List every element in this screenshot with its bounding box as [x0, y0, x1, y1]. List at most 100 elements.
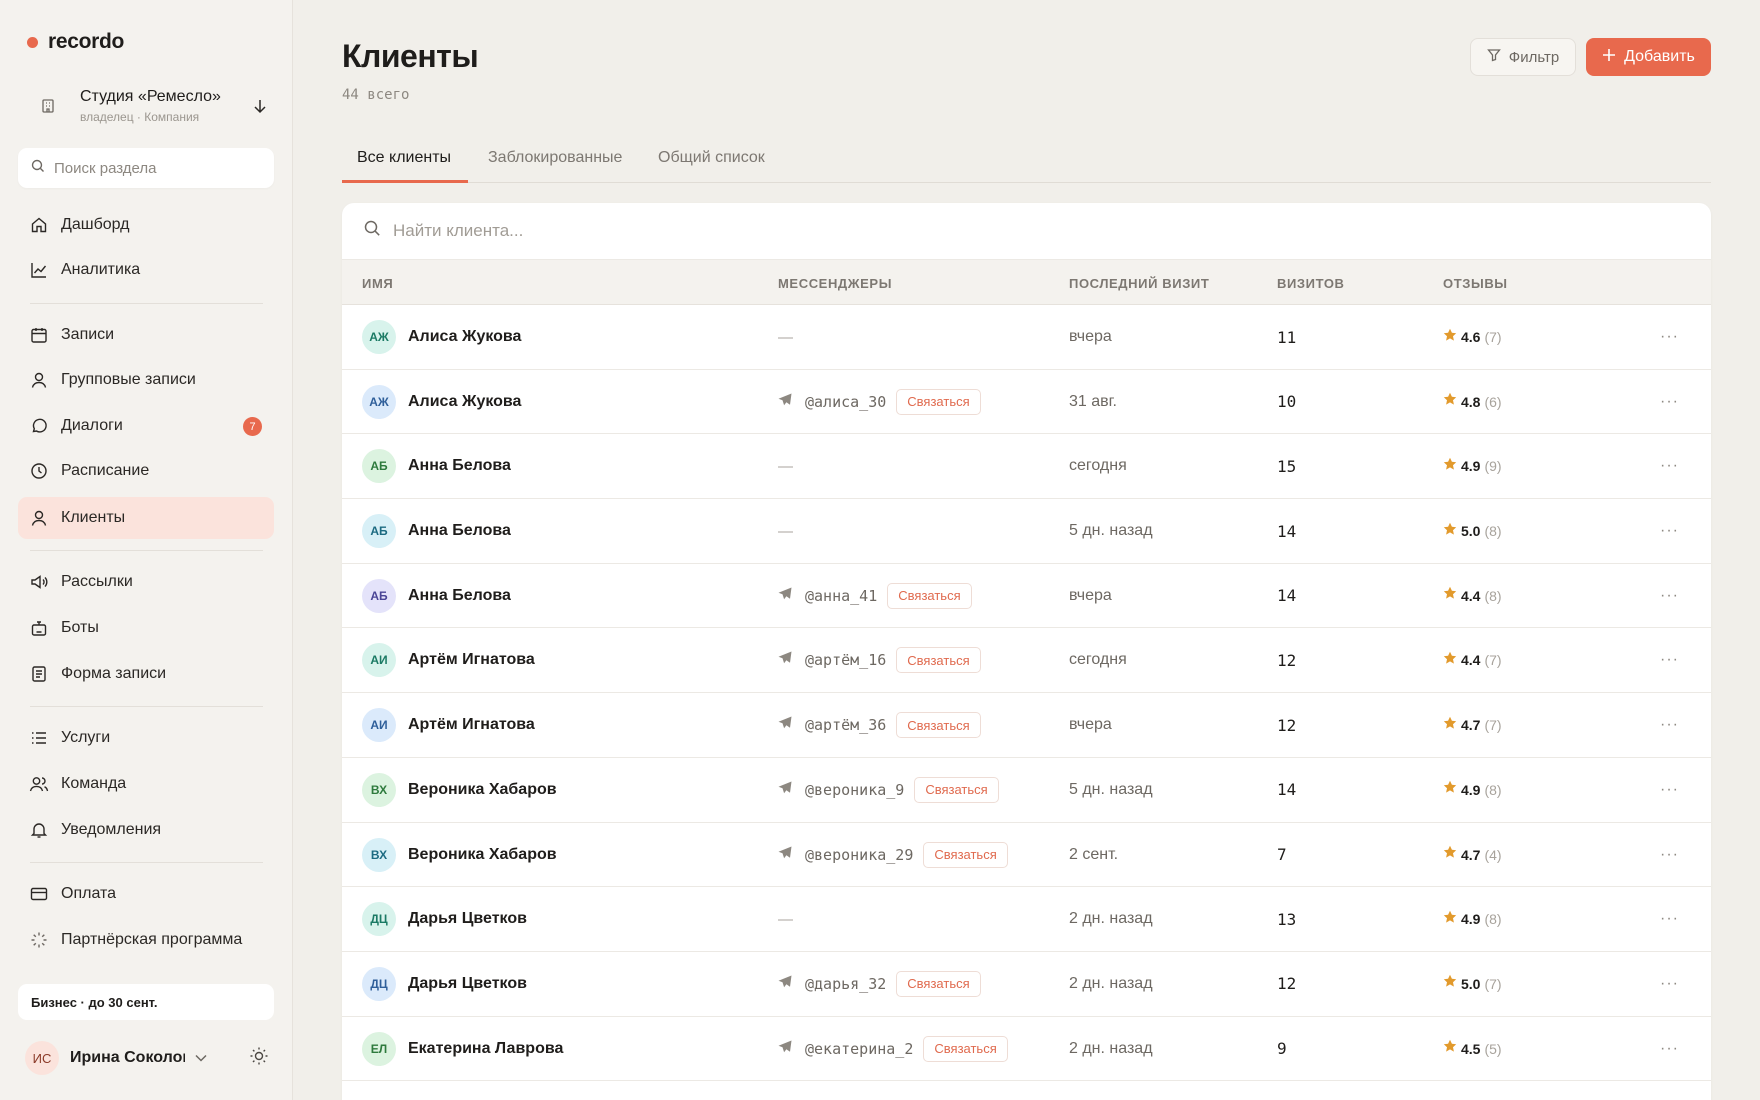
sun-icon[interactable]	[249, 1046, 269, 1071]
star-icon	[1443, 392, 1457, 411]
contact-button[interactable]: Связаться	[896, 712, 981, 739]
filter-button[interactable]: Фильтр	[1470, 38, 1576, 76]
sidebar-item-group-bookings[interactable]: Групповые записи	[18, 359, 274, 401]
messenger-handle[interactable]: @вероника_29	[805, 846, 913, 864]
sidebar-item-bookings[interactable]: Записи	[18, 314, 274, 356]
org-switcher[interactable]: Студия «Ремесло» владелец · Компания	[30, 84, 270, 128]
table-row[interactable]: ВХ Вероника Хабаров @вероника_9 Связаться 5 …	[342, 758, 1711, 823]
contact-button[interactable]: Связаться	[896, 970, 981, 997]
client-search-input[interactable]	[393, 221, 993, 241]
plan-info[interactable]: Бизнес · до 30 сент.	[18, 984, 274, 1020]
add-client-button[interactable]: Добавить	[1586, 38, 1711, 76]
client-name[interactable]: Алиса Жукова	[408, 328, 521, 346]
last-visit: сегодня	[1069, 651, 1127, 669]
client-name[interactable]: Анна Белова	[408, 457, 511, 475]
org-role: владелец · Компания	[80, 110, 200, 124]
sidebar-item-label: Форма записи	[61, 665, 167, 682]
more-actions-icon[interactable]: ···	[1660, 651, 1679, 669]
table-row[interactable]: АИ Артём Игнатова @артём_36 Связаться вчера 1…	[342, 693, 1711, 758]
contact-button[interactable]: Связаться	[896, 388, 981, 415]
messenger-handle[interactable]: @артём_36	[805, 716, 886, 734]
app-logo[interactable]: recordo	[27, 30, 124, 54]
avatar[interactable]: ИС	[25, 1041, 59, 1075]
client-name[interactable]: Вероника Хабаров	[408, 846, 557, 864]
sidebar-item-booking-form[interactable]: Форма записи	[18, 653, 274, 695]
more-actions-icon[interactable]: ···	[1660, 1040, 1679, 1058]
arrow-down-icon	[250, 98, 270, 114]
table-row[interactable]: АЖ Алиса Жукова @алиса_30 Связаться 31 авг. 1…	[342, 370, 1711, 435]
contact-button[interactable]: Связаться	[887, 582, 972, 609]
column-header-visits[interactable]: ВИЗИТОВ	[1277, 276, 1345, 291]
contact-button[interactable]: Связаться	[923, 841, 1008, 868]
client-name[interactable]: Екатерина Лаврова	[408, 1040, 563, 1058]
sidebar-item-services[interactable]: Услуги	[18, 717, 274, 759]
table-row[interactable]: ЕЛ Екатерина Лаврова @екатерина_2 Связаться…	[342, 1017, 1711, 1082]
star-icon	[1443, 845, 1457, 864]
last-visit: 2 дн. назад	[1069, 1039, 1153, 1057]
column-header-last-visit[interactable]: ПОСЛЕДНИЙ ВИЗИТ	[1069, 276, 1209, 291]
messenger-handle[interactable]: @екатерина_2	[805, 1040, 913, 1058]
more-actions-icon[interactable]: ···	[1660, 975, 1679, 993]
client-name[interactable]: Дарья Цветков	[408, 910, 527, 928]
more-actions-icon[interactable]: ···	[1660, 328, 1679, 346]
more-actions-icon[interactable]: ···	[1660, 781, 1679, 799]
user-name[interactable]: Ирина Соколова	[70, 1049, 185, 1067]
sidebar-item-label: Диалоги	[61, 417, 123, 434]
more-actions-icon[interactable]: ···	[1660, 522, 1679, 540]
more-actions-icon[interactable]: ···	[1660, 457, 1679, 475]
client-name[interactable]: Дарья Цветков	[408, 975, 527, 993]
table-row[interactable]: ДЦ Дарья Цветков @дарья_32 Связаться 2 дн. н…	[342, 952, 1711, 1017]
sidebar-item-clients[interactable]: Клиенты	[18, 497, 274, 539]
sidebar-item-notifications[interactable]: Уведомления	[18, 809, 274, 851]
visit-count: 14	[1277, 780, 1297, 800]
sidebar-item-analytics[interactable]: Аналитика	[18, 249, 274, 291]
messenger-handle[interactable]: @алиса_30	[805, 393, 886, 411]
more-actions-icon[interactable]: ···	[1660, 716, 1679, 734]
tab-blocked[interactable]: Заблокированные	[488, 149, 622, 179]
sidebar-item-payment[interactable]: Оплата	[18, 873, 274, 915]
tab-shared-list[interactable]: Общий список	[658, 149, 765, 179]
contact-button[interactable]: Связаться	[914, 776, 999, 803]
sidebar-item-mailings[interactable]: Рассылки	[18, 561, 274, 603]
more-actions-icon[interactable]: ···	[1660, 910, 1679, 928]
table-row[interactable]: АБ Анна Белова — сегодня 15 4.9 (9) ···	[342, 434, 1711, 500]
messenger-handle[interactable]: @дарья_32	[805, 975, 886, 993]
bot-icon	[29, 618, 49, 638]
telegram-icon	[778, 587, 792, 605]
client-name[interactable]: Алиса Жукова	[408, 393, 521, 411]
client-name[interactable]: Артём Игнатова	[408, 716, 535, 734]
section-search	[18, 148, 274, 188]
column-header-reviews[interactable]: ОТЗЫВЫ	[1443, 276, 1508, 291]
table-row[interactable]: АБ Анна Белова @анна_41 Связаться вчера 14 4.4…	[342, 564, 1711, 629]
messenger-handle[interactable]: @анна_41	[805, 587, 877, 605]
messenger-handle[interactable]: @артём_16	[805, 651, 886, 669]
client-name[interactable]: Анна Белова	[408, 587, 511, 605]
more-actions-icon[interactable]: ···	[1660, 587, 1679, 605]
sidebar-item-team[interactable]: Команда	[18, 763, 274, 805]
star-icon	[1443, 328, 1457, 347]
client-name[interactable]: Артём Игнатова	[408, 651, 535, 669]
star-icon	[1443, 586, 1457, 605]
table-row[interactable]: АЖ Алиса Жукова — вчера 11 4.6 (7) ···	[342, 305, 1711, 370]
sidebar-item-dashboard[interactable]: Дашборд	[18, 204, 274, 246]
table-row[interactable]: АИ Артём Игнатова @артём_16 Связаться сегодн…	[342, 628, 1711, 694]
section-search-input[interactable]	[54, 159, 254, 177]
table-row[interactable]: АБ Анна Белова — 5 дн. назад 14 5.0 (8) ···	[342, 499, 1711, 564]
sidebar-item-bots[interactable]: Боты	[18, 607, 274, 649]
sidebar-item-partner-program[interactable]: Партнёрская программа	[18, 919, 274, 961]
messenger-handle[interactable]: @вероника_9	[805, 781, 904, 799]
sparkle-icon	[29, 930, 49, 950]
more-actions-icon[interactable]: ···	[1660, 393, 1679, 411]
more-actions-icon[interactable]: ···	[1660, 846, 1679, 864]
client-name[interactable]: Вероника Хабаров	[408, 781, 557, 799]
sidebar-item-dialogs[interactable]: Диалоги 7	[18, 405, 274, 447]
column-header-name[interactable]: ИМЯ	[362, 276, 393, 291]
contact-button[interactable]: Связаться	[923, 1035, 1008, 1062]
client-name[interactable]: Анна Белова	[408, 522, 511, 540]
chevron-down-icon[interactable]	[195, 1049, 207, 1067]
tab-all-clients[interactable]: Все клиенты	[357, 149, 451, 179]
contact-button[interactable]: Связаться	[896, 647, 981, 674]
table-row[interactable]: ВХ Вероника Хабаров @вероника_29 Связаться 2…	[342, 823, 1711, 888]
table-row[interactable]: ДЦ Дарья Цветков — 2 дн. назад 13 4.9 (8) ···	[342, 887, 1711, 952]
sidebar-item-schedule[interactable]: Расписание	[18, 450, 274, 492]
